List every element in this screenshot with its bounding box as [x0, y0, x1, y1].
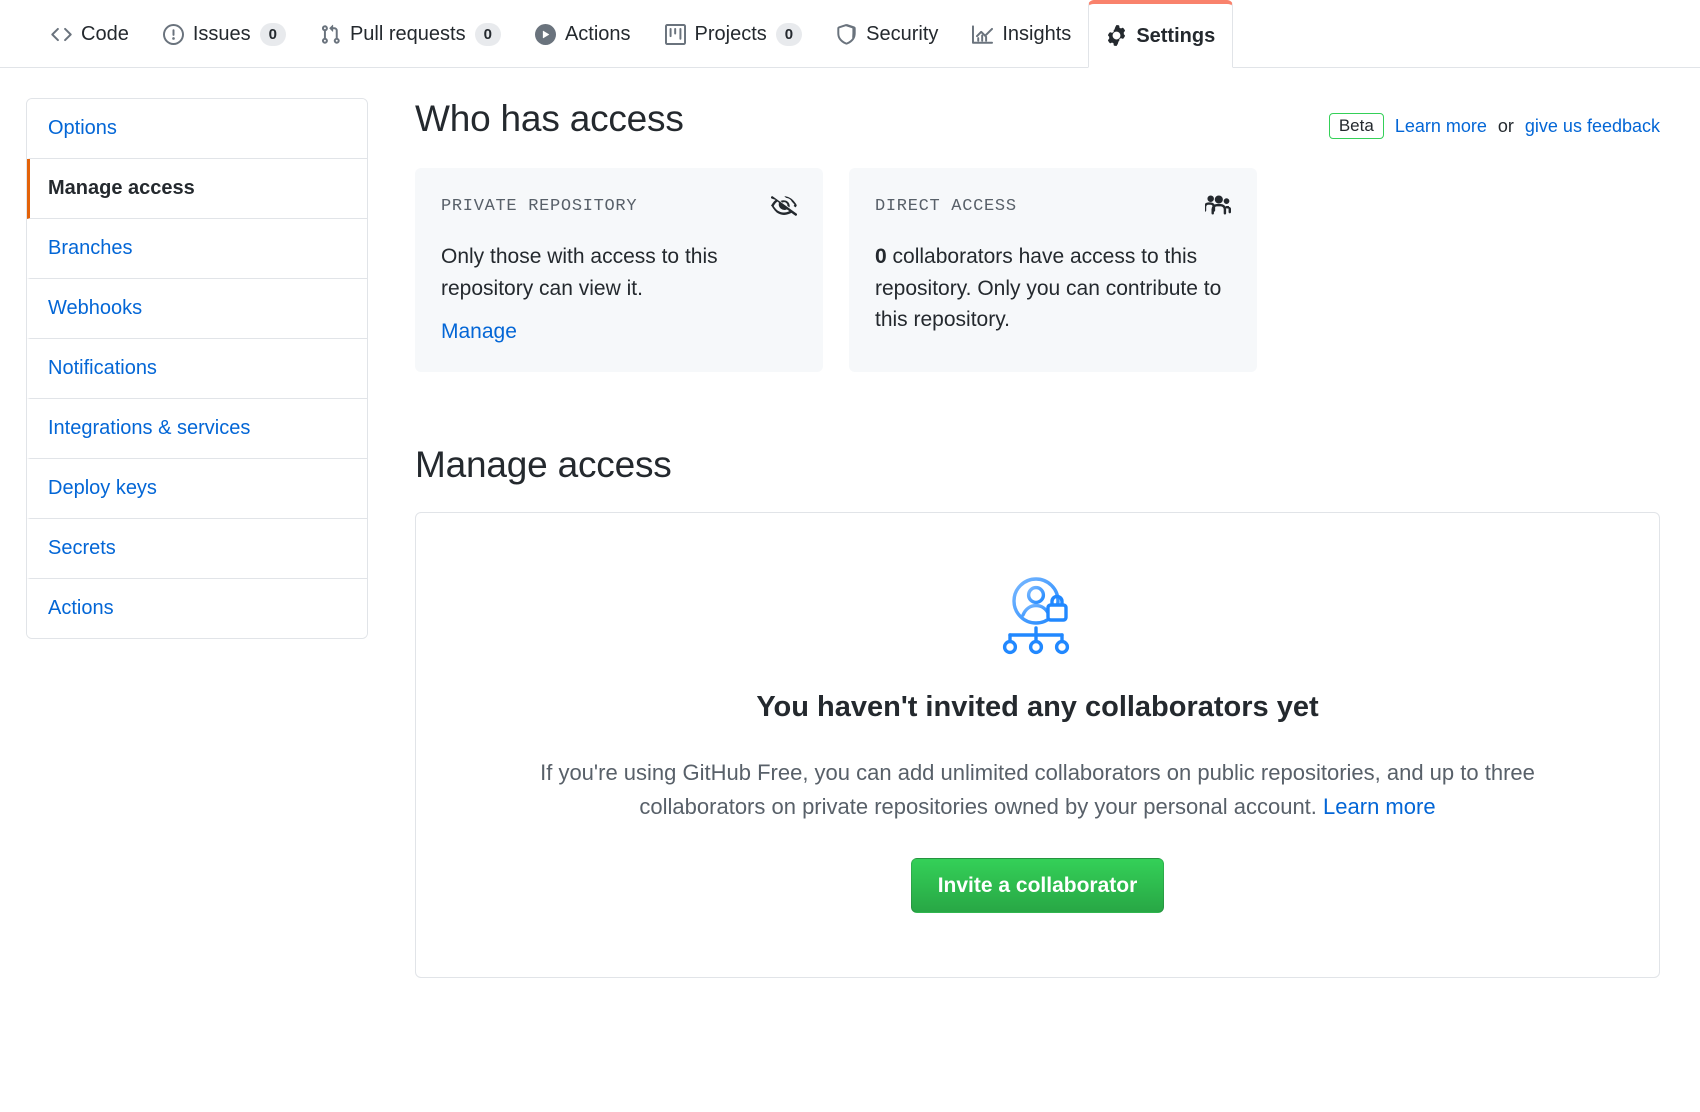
- beta-feedback-row: Beta Learn more or give us feedback: [1328, 113, 1660, 139]
- blankslate-description: If you're using GitHub Free, you can add…: [518, 756, 1558, 824]
- nav-item-label: Issues: [192, 23, 251, 45]
- main-content: Who has access Beta Learn more or give u…: [415, 98, 1660, 979]
- nav-item-label: Code: [81, 23, 129, 45]
- access-cards: PRIVATE REPOSITORY Only those with acces…: [415, 168, 1660, 372]
- page-body: Options Manage access Branches Webhooks …: [0, 68, 1700, 979]
- sidebar-item-manage-access[interactable]: Manage access: [27, 159, 367, 219]
- manage-access-panel: You haven't invited any collaborators ye…: [415, 512, 1660, 979]
- repo-nav: Code Issues 0 Pull requests 0 Actions Pr…: [0, 0, 1700, 68]
- nav-item-label: Security: [866, 23, 939, 45]
- play-icon: [534, 23, 556, 45]
- card-header: PRIVATE REPOSITORY: [441, 193, 797, 219]
- nav-item-label: Insights: [1002, 23, 1072, 45]
- who-has-access-title: Who has access: [415, 98, 684, 139]
- sidebar-item-secrets[interactable]: Secrets: [27, 519, 367, 579]
- pull-requests-count: 0: [474, 22, 501, 46]
- nav-item-label: Settings: [1136, 24, 1216, 47]
- project-board-icon: [664, 23, 686, 45]
- direct-access-body-text: collaborators have access to this reposi…: [875, 245, 1222, 331]
- settings-sidebar: Options Manage access Branches Webhooks …: [26, 98, 368, 639]
- sidebar-item-deploy-keys[interactable]: Deploy keys: [27, 459, 367, 519]
- nav-item-projects[interactable]: Projects 0: [648, 0, 820, 68]
- learn-more-link[interactable]: Learn more: [1395, 116, 1487, 137]
- code-icon: [51, 24, 72, 45]
- or-text: or: [1497, 115, 1514, 136]
- nav-item-label: Pull requests: [349, 23, 466, 45]
- private-repository-card: PRIVATE REPOSITORY Only those with acces…: [415, 168, 823, 372]
- card-header: DIRECT ACCESS: [875, 193, 1231, 219]
- sidebar-item-branches[interactable]: Branches: [27, 219, 367, 279]
- issue-opened-icon: [162, 23, 184, 45]
- direct-access-label: DIRECT ACCESS: [875, 196, 1017, 216]
- nav-item-pull-requests[interactable]: Pull requests 0: [303, 0, 518, 68]
- sidebar-item-notifications[interactable]: Notifications: [27, 339, 367, 399]
- sidebar-item-webhooks[interactable]: Webhooks: [27, 279, 367, 339]
- invite-a-collaborator-button[interactable]: Invite a collaborator: [910, 858, 1165, 914]
- sidebar-item-actions[interactable]: Actions: [27, 579, 367, 638]
- eye-closed-icon: [771, 193, 797, 219]
- private-repository-label: PRIVATE REPOSITORY: [441, 196, 638, 216]
- nav-item-label: Projects: [694, 23, 767, 45]
- projects-count: 0: [775, 22, 803, 46]
- sidebar-item-integrations-services[interactable]: Integrations & services: [27, 399, 367, 459]
- nav-item-insights[interactable]: Insights: [955, 0, 1088, 68]
- blankslate-heading: You haven't invited any collaborators ye…: [756, 691, 1319, 723]
- shield-icon: [836, 23, 857, 45]
- git-pull-request-icon: [320, 24, 341, 45]
- nav-item-label: Actions: [564, 23, 631, 45]
- nav-item-actions[interactable]: Actions: [518, 0, 648, 68]
- nav-item-security[interactable]: Security: [819, 0, 955, 68]
- nav-item-settings[interactable]: Settings: [1088, 0, 1234, 68]
- collaborator-count: 0: [875, 245, 887, 268]
- issues-count: 0: [259, 22, 286, 46]
- people-icon: [1205, 193, 1231, 219]
- manage-link[interactable]: Manage: [441, 320, 517, 344]
- collaborators-lock-illustration-icon: [990, 573, 1086, 657]
- private-repository-body: Only those with access to this repositor…: [441, 245, 718, 300]
- graph-bar-icon: [972, 24, 994, 45]
- nav-item-issues[interactable]: Issues 0: [146, 0, 303, 68]
- direct-access-card: DIRECT ACCESS 0 collaborators have acces…: [849, 168, 1257, 372]
- sidebar-item-options[interactable]: Options: [27, 99, 367, 159]
- who-has-access-header: Who has access Beta Learn more or give u…: [415, 98, 1660, 146]
- beta-badge: Beta: [1328, 113, 1384, 139]
- direct-access-body: 0 collaborators have access to this repo…: [875, 241, 1231, 336]
- nav-item-code[interactable]: Code: [34, 0, 146, 68]
- manage-access-title: Manage access: [415, 444, 672, 485]
- blankslate-learn-more-link[interactable]: Learn more: [1323, 794, 1436, 819]
- gear-icon: [1106, 25, 1127, 46]
- give-us-feedback-link[interactable]: give us feedback: [1525, 116, 1660, 137]
